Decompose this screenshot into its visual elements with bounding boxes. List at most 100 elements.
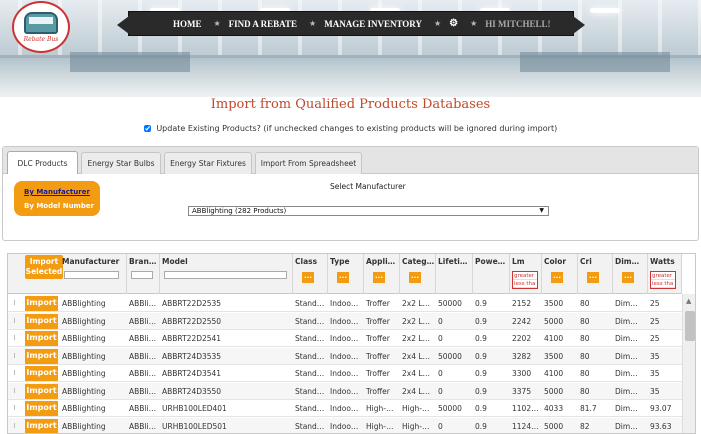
column-header-type[interactable]: Type... (328, 254, 364, 294)
by-model-number-link[interactable]: By Model Number (24, 202, 94, 210)
column-filter-button[interactable]: ... (337, 272, 349, 283)
cell-powe: 0.9 (475, 421, 487, 431)
scroll-up-icon[interactable]: ▲ (686, 297, 691, 305)
import-selected-button[interactable]: Import Selected (25, 255, 63, 279)
column-filter-button[interactable]: ... (587, 272, 599, 283)
column-header-watts[interactable]: Watts greater less tha (648, 254, 682, 294)
import-row-button[interactable]: Import (25, 348, 58, 364)
range-filter[interactable]: greater less tha (512, 271, 538, 289)
cell-type: Indoo… (330, 421, 359, 431)
import-row-button[interactable]: Import (25, 331, 58, 346)
row-selector[interactable] (14, 300, 19, 305)
cell-model: URHB100LED501 (162, 421, 227, 431)
table-row[interactable]: Import ABBlighting ABBli… ABBRT22D2550 Stand… (8, 312, 682, 330)
column-header-categ[interactable]: Categ…... (400, 254, 436, 294)
nav-greeting[interactable]: HI MITCHELL! (485, 19, 550, 29)
column-header-lm[interactable]: Lm greater less tha (510, 254, 542, 294)
table-row[interactable]: Import ABBlighting ABBli… ABBRT22D2535 Stand… (8, 295, 682, 312)
table-row[interactable]: Import ABBlighting ABBli… URHB100LED401 Stan… (8, 400, 682, 417)
column-header-powe[interactable]: Powe… (473, 254, 510, 294)
column-label: Appli… (366, 257, 396, 266)
import-row-button[interactable]: Import (25, 296, 58, 311)
column-header-lifeti[interactable]: Lifeti… (436, 254, 473, 294)
cell-class: Stand… (295, 421, 325, 431)
cell-lm: 3375 (512, 386, 532, 396)
cell-lifeti: 0 (438, 421, 443, 431)
scrollbar-thumb[interactable] (685, 311, 695, 341)
import-row-button[interactable]: Import (25, 401, 58, 416)
column-filter-button[interactable]: ... (409, 272, 421, 283)
column-filter-input[interactable] (164, 271, 287, 279)
vertical-scrollbar[interactable]: ▲ (682, 294, 695, 433)
range-filter-option[interactable]: greater (513, 272, 537, 280)
cell-appli: Troffer (366, 351, 390, 361)
rebate-bus-logo[interactable]: Rebate Bus (12, 1, 70, 53)
cell-watts: 25 (650, 299, 660, 308)
table-row[interactable]: Import ABBlighting ABBli… ABBRT24D3541 Stand… (8, 365, 682, 382)
nav-manage-inventory[interactable]: MANAGE INVENTORY (324, 19, 422, 29)
column-header-manufacturer[interactable]: Manufacturer (60, 254, 127, 294)
column-header-class[interactable]: Class... (293, 254, 328, 294)
manufacturer-select[interactable]: ABBlighting (282 Products) ▼ (188, 206, 549, 216)
table-row[interactable]: Import ABBlighting ABBli… ABBRT24D3535 Stand… (8, 347, 682, 365)
cell-appli: Troffer (366, 369, 390, 378)
cell-categ: 2x4 L… (402, 386, 431, 396)
row-selector[interactable] (14, 335, 19, 340)
column-filter-button[interactable]: ... (302, 272, 314, 283)
column-header-appli[interactable]: Appli…... (364, 254, 400, 294)
row-selector[interactable] (14, 370, 19, 375)
cell-watts: 35 (650, 351, 660, 361)
cell-class: Stand… (295, 299, 325, 308)
range-filter-option[interactable]: less tha (651, 280, 675, 288)
cell-cri: 80 (580, 386, 590, 396)
column-filter-button[interactable]: ... (551, 272, 563, 283)
cell-cri: 80 (580, 351, 590, 361)
column-filter-input[interactable] (64, 271, 119, 279)
table-row[interactable]: Import ABBlighting ABBli… ABBRT24D3550 Stand… (8, 382, 682, 400)
nav-find-a-rebate[interactable]: FIND A REBATE (229, 19, 297, 29)
column-header-dim[interactable]: Dim…... (613, 254, 648, 294)
table-row[interactable]: Import ABBlighting ABBli… URHB100LED501 Stan… (8, 417, 682, 433)
column-header-model[interactable]: Model (160, 254, 293, 294)
column-label: Dim… (615, 257, 640, 266)
tab-dlc-products[interactable]: DLC Products (7, 151, 78, 174)
range-filter-option[interactable]: greater (651, 272, 675, 280)
cell-manufacturer: ABBlighting (62, 369, 106, 378)
row-selector[interactable] (14, 352, 19, 358)
gear-icon[interactable]: ⚙ (449, 18, 458, 29)
import-row-button[interactable]: Import (25, 418, 58, 433)
cell-dim: Dim… (615, 334, 638, 343)
tab-energy-star-fixtures[interactable]: Energy Star Fixtures (164, 152, 252, 174)
range-filter[interactable]: greater less tha (650, 271, 676, 289)
column-filter-input[interactable] (131, 271, 153, 279)
star-icon: ★ (309, 19, 317, 28)
nav-home[interactable]: HOME (173, 19, 202, 29)
update-existing-checkbox[interactable] (143, 125, 151, 132)
import-row-button[interactable]: Import (25, 366, 58, 381)
tab-energy-star-bulbs[interactable]: Energy Star Bulbs (81, 152, 161, 174)
row-selector[interactable] (14, 405, 19, 410)
import-row-button[interactable]: Import (25, 313, 58, 329)
row-selector[interactable] (14, 422, 19, 428)
column-header-color[interactable]: Color... (542, 254, 578, 294)
warehouse-shelf (520, 52, 670, 72)
import-row-button[interactable]: Import (25, 383, 58, 399)
column-filter-button[interactable]: ... (622, 272, 634, 283)
column-header-bran[interactable]: Bran… (127, 254, 160, 294)
header-banner: Rebate Bus HOME ★ FIND A REBATE ★ MANAGE… (0, 0, 701, 97)
cell-dim: Dim… (615, 404, 638, 413)
by-manufacturer-link[interactable]: By Manufacturer (24, 185, 100, 199)
column-header-cri[interactable]: Cri... (578, 254, 613, 294)
cell-watts: 93.07 (650, 404, 672, 413)
cell-lm: 2242 (512, 316, 532, 326)
column-filter-button[interactable]: ... (373, 272, 385, 283)
row-selector[interactable] (14, 387, 19, 393)
cell-lm: 3282 (512, 351, 532, 361)
range-filter-option[interactable]: less tha (513, 280, 537, 288)
ceiling-light (590, 8, 620, 13)
cell-type: Indoo… (330, 386, 359, 396)
tab-import-from-spreadsheet[interactable]: Import From Spreadsheet (255, 152, 362, 174)
row-selector[interactable] (14, 317, 19, 323)
table-row[interactable]: Import ABBlighting ABBli… ABBRT22D2541 Stand… (8, 330, 682, 347)
cell-model: ABBRT24D3550 (162, 386, 222, 396)
